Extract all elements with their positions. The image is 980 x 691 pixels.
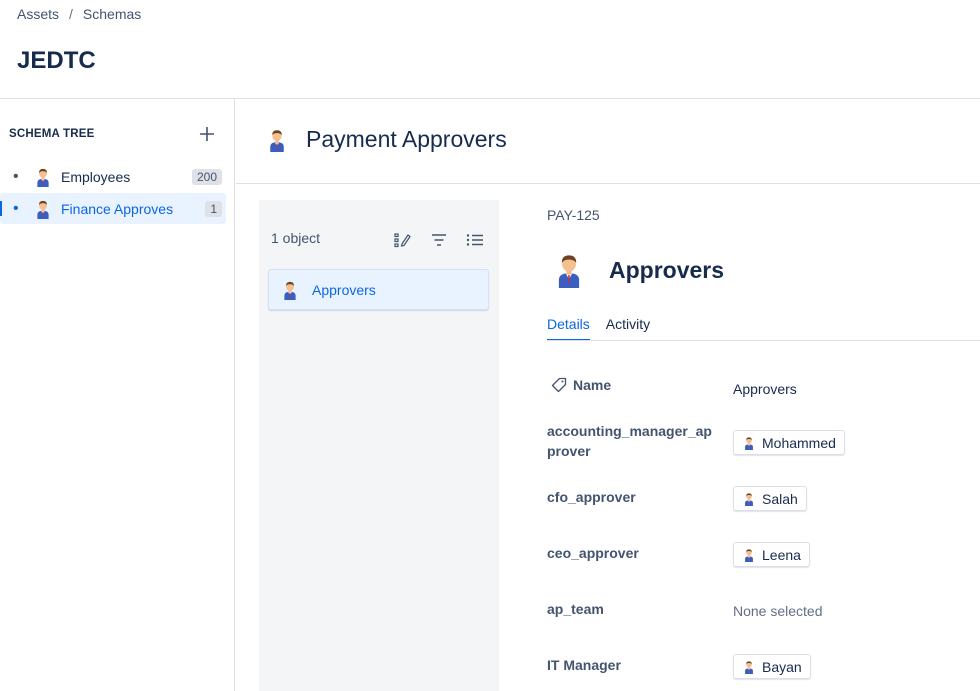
attribute-label: Name <box>573 377 612 393</box>
sidebar-item-label: Finance Approves <box>61 200 174 217</box>
bullet-icon: • <box>13 199 19 217</box>
attribute-cfo-label: cfo_approver <box>547 489 636 505</box>
user-chip-mohammed[interactable]: Mohammed <box>733 430 845 455</box>
object-list-panel: 1 object Approvers <box>259 200 499 691</box>
user-chip-name: Bayan <box>762 658 802 675</box>
user-chip-name: Mohammed <box>762 434 836 451</box>
bullet-icon: • <box>13 167 19 185</box>
person-icon <box>33 199 53 219</box>
attribute-ap-team-label: ap_team <box>547 601 604 617</box>
list-view-icon <box>466 234 483 246</box>
person-icon <box>265 128 289 152</box>
user-chip-name: Leena <box>762 546 801 563</box>
object-type-header: Payment Approvers <box>265 126 507 153</box>
person-icon <box>742 436 756 450</box>
sidebar-item-employees[interactable]: • Employees 200 <box>0 161 226 192</box>
user-chip-salah[interactable]: Salah <box>733 486 807 511</box>
attribute-it-manager-label: IT Manager <box>547 657 621 673</box>
plus-icon <box>200 127 214 141</box>
user-chip-leena[interactable]: Leena <box>733 542 810 567</box>
tabs-divider <box>547 340 980 341</box>
person-icon <box>33 167 53 187</box>
breadcrumb: Assets / Schemas <box>17 6 141 22</box>
attribute-name-value[interactable]: Approvers <box>733 381 797 397</box>
object-detail-header: Approvers <box>551 252 724 288</box>
list-item-label: Approvers <box>312 281 376 298</box>
attribute-accounting-manager-label: accounting_manager_ap prover <box>547 421 722 461</box>
attribute-label-line: prover <box>547 443 591 459</box>
object-type-title: Payment Approvers <box>306 126 507 152</box>
sidebar-item-finance-approves[interactable]: • Finance Approves 1 <box>0 193 226 224</box>
breadcrumb-separator: / <box>69 6 73 22</box>
main-divider <box>236 183 980 184</box>
add-object-type-button[interactable] <box>196 123 218 145</box>
attribute-ceo-label: ceo_approver <box>547 545 639 561</box>
schema-tree-sidebar: SCHEMA TREE • Employees 200 • Finance Ap… <box>0 99 235 691</box>
person-icon <box>742 548 756 562</box>
edit-list-icon <box>394 233 411 248</box>
attribute-name-label: Name <box>551 377 611 393</box>
attribute-label-line: accounting_manager_ap <box>547 423 712 439</box>
detail-tabs: Details Activity <box>547 316 666 341</box>
user-chip-name: Salah <box>762 490 798 507</box>
breadcrumb-schemas[interactable]: Schemas <box>83 6 141 22</box>
schema-tree-heading: SCHEMA TREE <box>9 128 95 140</box>
list-item-approvers[interactable]: Approvers <box>268 269 489 310</box>
object-detail-title: Approvers <box>609 256 725 283</box>
person-icon <box>742 660 756 674</box>
page-title: JEDTC <box>17 47 96 74</box>
person-icon <box>551 252 587 288</box>
person-icon <box>742 492 756 506</box>
filter-button[interactable] <box>429 231 449 249</box>
edit-columns-button[interactable] <box>393 231 413 249</box>
tab-details[interactable]: Details <box>547 316 590 341</box>
attribute-ap-team-value[interactable]: None selected <box>733 603 823 619</box>
object-key: PAY-125 <box>547 207 600 223</box>
item-count-badge: 1 <box>205 200 222 217</box>
item-count-badge: 200 <box>191 168 222 185</box>
filter-icon <box>432 234 446 246</box>
breadcrumb-assets[interactable]: Assets <box>17 6 59 22</box>
user-chip-bayan[interactable]: Bayan <box>733 654 811 679</box>
object-count: 1 object <box>271 230 321 246</box>
person-icon <box>280 280 300 300</box>
sidebar-item-label: Employees <box>61 168 131 185</box>
tab-activity[interactable]: Activity <box>606 316 650 341</box>
tag-icon <box>551 377 567 393</box>
list-view-button[interactable] <box>465 231 485 249</box>
